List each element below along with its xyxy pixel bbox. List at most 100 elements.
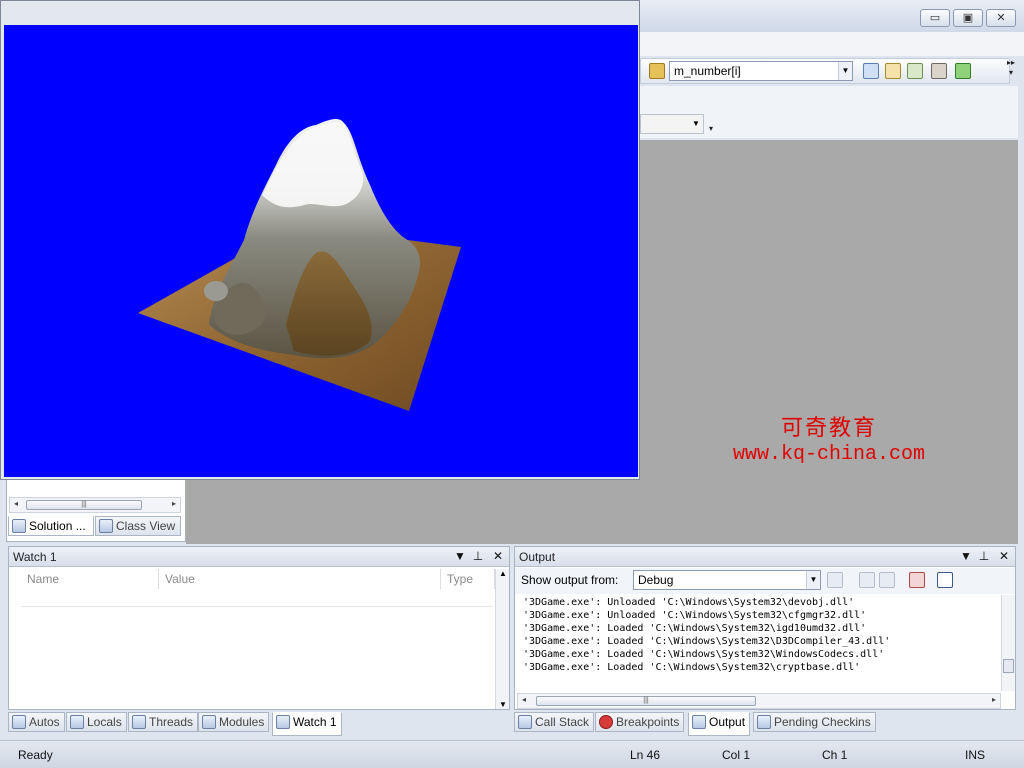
- chevron-down-icon[interactable]: ▼: [689, 115, 703, 133]
- tab-label: Breakpoints: [616, 715, 680, 729]
- terrain-render: [138, 119, 461, 411]
- find-combo[interactable]: m_number[i] ▼: [669, 61, 853, 81]
- tab-label: Locals: [87, 715, 122, 729]
- scroll-right-icon[interactable]: ▸: [168, 499, 180, 508]
- scroll-thumb[interactable]: |||: [26, 500, 142, 510]
- tab-label: Pending Checkins: [774, 715, 871, 729]
- start-page-icon[interactable]: [955, 63, 971, 79]
- find-combo-value: m_number[i]: [674, 64, 741, 78]
- tab-modules[interactable]: Modules: [198, 712, 270, 732]
- tab-breakpoints[interactable]: Breakpoints: [595, 712, 685, 732]
- vertical-scrollbar[interactable]: [1001, 595, 1015, 691]
- tab-label: Autos: [29, 715, 60, 729]
- horizontal-scrollbar[interactable]: ◂ ||| ▸: [9, 497, 181, 513]
- status-char: Ch 1: [822, 748, 848, 762]
- tab-label: Threads: [149, 715, 194, 729]
- watermark-text: 可奇教育: [781, 416, 878, 441]
- output-line: '3DGame.exe': Loaded 'C:\Windows\System3…: [523, 623, 867, 634]
- tab-locals[interactable]: Locals: [66, 712, 127, 732]
- output-toolbar: Show output from: Debug ▼: [515, 568, 1015, 594]
- tab-label: Class View: [116, 519, 176, 533]
- output-line: '3DGame.exe': Unloaded 'C:\Windows\Syste…: [523, 597, 855, 608]
- pin-icon[interactable]: ⊥: [471, 549, 485, 563]
- chevron-down-icon[interactable]: ▼: [838, 62, 852, 80]
- breakpoint-icon: [599, 715, 613, 729]
- scroll-left-icon[interactable]: ◂: [518, 695, 530, 704]
- minimize-button[interactable]: ▭: [920, 9, 950, 27]
- properties-icon[interactable]: [907, 63, 923, 79]
- tab-class-view[interactable]: Class View: [95, 516, 181, 536]
- locals-icon: [70, 715, 84, 729]
- pin-icon[interactable]: ⊥: [977, 549, 991, 563]
- call-stack-icon: [518, 715, 532, 729]
- standard-toolbar: m_number[i] ▼: [640, 58, 1010, 84]
- horizontal-scrollbar[interactable]: ◂ ||| ▸: [517, 693, 1001, 709]
- close-icon[interactable]: ✕: [997, 549, 1011, 563]
- column-header-value[interactable]: Value: [159, 569, 441, 589]
- render-viewport[interactable]: [4, 25, 638, 477]
- next-message-icon[interactable]: [879, 572, 895, 588]
- tab-output[interactable]: Output: [688, 712, 751, 736]
- watch-icon: [276, 715, 290, 729]
- tab-autos[interactable]: Autos: [8, 712, 65, 732]
- solution-explorer-icon[interactable]: [885, 63, 901, 79]
- find-message-icon[interactable]: [827, 572, 843, 588]
- status-column: Col 1: [722, 748, 751, 762]
- close-button[interactable]: ✕: [986, 9, 1016, 27]
- autos-icon: [12, 715, 26, 729]
- class-view-icon: [99, 519, 113, 533]
- tab-label: Call Stack: [535, 715, 590, 729]
- output-text[interactable]: '3DGame.exe': Unloaded 'C:\Windows\Syste…: [523, 596, 999, 688]
- scroll-up-icon[interactable]: ▲: [499, 569, 507, 578]
- scroll-left-icon[interactable]: ◂: [10, 499, 22, 508]
- tab-watch-1[interactable]: Watch 1: [272, 712, 342, 736]
- scroll-right-icon[interactable]: ▸: [988, 695, 1000, 704]
- toolbox-icon[interactable]: [931, 63, 947, 79]
- toolbar-overflow-icon[interactable]: ▾: [706, 114, 716, 138]
- tab-label: Modules: [219, 715, 265, 729]
- output-panel-header: Output ▼ ⊥ ✕: [515, 547, 1015, 567]
- tab-label: Solution ...: [29, 519, 86, 533]
- panel-title: Watch 1: [13, 550, 57, 564]
- modules-icon: [202, 715, 216, 729]
- output-source-combo[interactable]: Debug ▼: [633, 570, 821, 590]
- pending-checkins-icon: [757, 715, 771, 729]
- word-wrap-icon[interactable]: [937, 572, 953, 588]
- scroll-thumb[interactable]: |||: [536, 696, 756, 706]
- tab-pending-checkins[interactable]: Pending Checkins: [753, 712, 876, 732]
- scope-combo[interactable]: ▼: [640, 114, 704, 134]
- panel-title: Output: [519, 550, 556, 564]
- tab-threads[interactable]: Threads: [128, 712, 199, 732]
- watermark-url: www.kq-china.com: [733, 443, 926, 466]
- column-header-name[interactable]: Name: [21, 569, 159, 589]
- status-line: Ln 46: [630, 748, 661, 762]
- output-icon: [692, 715, 706, 729]
- output-line: '3DGame.exe': Loaded 'C:\Windows\System3…: [523, 636, 891, 647]
- dropdown-icon[interactable]: ▼: [453, 549, 467, 563]
- tab-solution-explorer[interactable]: Solution ...: [8, 516, 94, 536]
- column-header-type[interactable]: Type: [441, 569, 495, 589]
- watch-panel-header: Watch 1 ▼ ⊥ ✕: [9, 547, 509, 567]
- vertical-scrollbar[interactable]: ▲ ▼: [495, 569, 509, 709]
- close-icon[interactable]: ✕: [491, 549, 505, 563]
- scroll-down-icon[interactable]: ▼: [499, 700, 507, 709]
- restore-button[interactable]: ▣: [953, 9, 983, 27]
- scroll-thumb[interactable]: [1003, 659, 1014, 673]
- tab-call-stack[interactable]: Call Stack: [514, 712, 595, 732]
- output-panel: Output ▼ ⊥ ✕ Show output from: Debug ▼ '…: [514, 546, 1016, 710]
- find-in-files-icon[interactable]: [863, 63, 879, 79]
- previous-message-icon[interactable]: [859, 572, 875, 588]
- window-controls: ▭ ▣ ✕: [920, 9, 1016, 27]
- boulder: [204, 281, 228, 301]
- toolbar-overflow-icon[interactable]: ▸▸ ▾: [1006, 58, 1016, 82]
- status-bar: Ready Ln 46 Col 1 Ch 1 INS: [0, 740, 1024, 768]
- dropdown-icon[interactable]: ▼: [959, 549, 973, 563]
- chevron-down-icon[interactable]: ▼: [806, 571, 820, 589]
- folder-open-icon[interactable]: [649, 63, 665, 79]
- game-window[interactable]: [0, 0, 640, 480]
- watch-panel: Watch 1 ▼ ⊥ ✕ Name Value Type ▲ ▼: [8, 546, 510, 710]
- clear-all-icon[interactable]: [909, 572, 925, 588]
- output-source-value: Debug: [638, 573, 674, 587]
- threads-icon: [132, 715, 146, 729]
- watch-row[interactable]: [21, 589, 493, 607]
